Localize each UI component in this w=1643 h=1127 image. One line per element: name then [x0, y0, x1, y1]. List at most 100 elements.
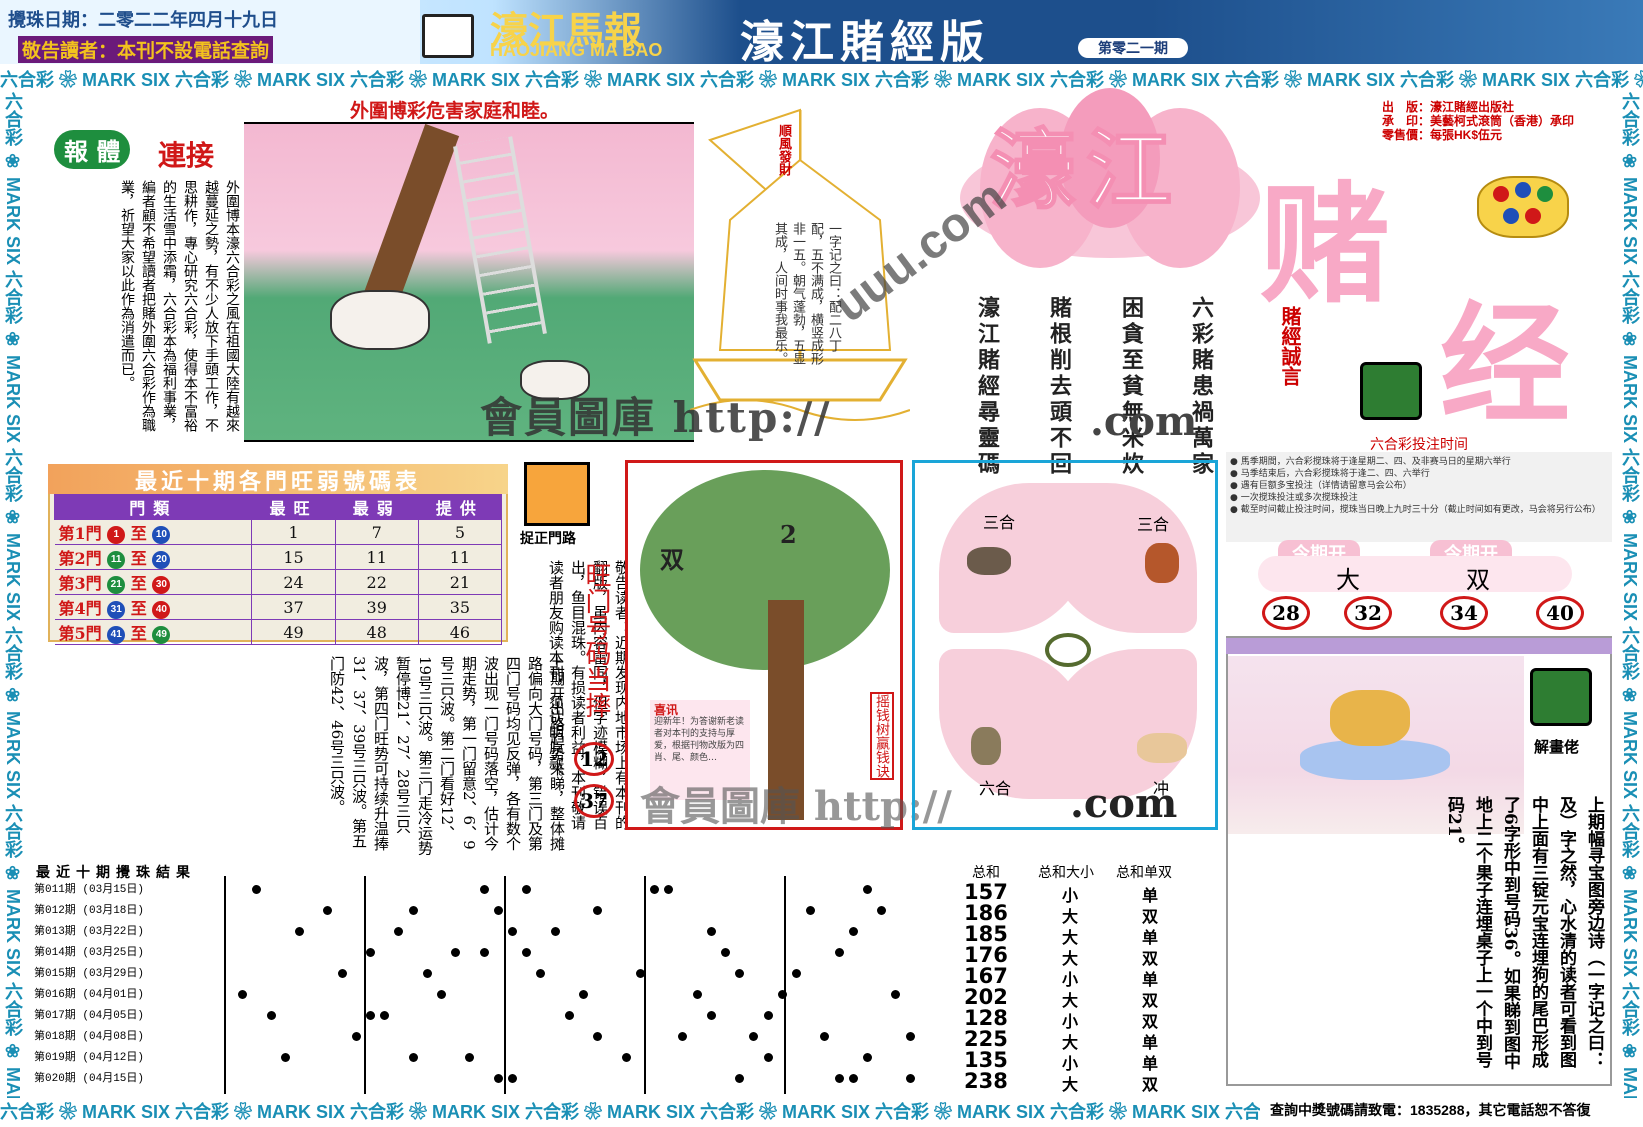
logo-haojiang: 濠江: [989, 119, 1182, 222]
hotcold-row: 第5門 41 至 49 49 48 46: [54, 619, 503, 645]
puzzle-header-bar: [1226, 638, 1612, 654]
result-dot: [408, 1053, 418, 1062]
period-number: 34: [1440, 596, 1488, 630]
maxim-col-2: 困貪至貧無米炊: [1118, 296, 1144, 478]
cold-cell: 7: [335, 519, 419, 545]
money-tree-label-left: 双: [660, 545, 684, 574]
result-row: 第017期 (04月05日): [34, 1006, 144, 1027]
gate-connector: 至: [125, 574, 153, 593]
hand-pointing-icon: [1530, 668, 1592, 726]
gate-to-ball: 40: [152, 600, 171, 619]
tip-cell: 5: [418, 519, 503, 545]
hot-cell: 1: [251, 519, 336, 545]
betting-rule: ● 马季结束后，六合彩搅珠将于逢二、四、六举行: [1230, 469, 1430, 479]
gate-label: 第4門: [58, 599, 102, 618]
col-header: 門類: [53, 494, 253, 520]
note-body: 迎新年！为答谢新老读者对本刊的支持与厚爱，根据刊物改版为四肖、尾、颜色…: [654, 717, 745, 763]
edition-title: 濠江賭經版: [740, 17, 990, 68]
border-strip-right: 六合彩 ❀ MARK SIX 六合彩 ❀ MARK SIX 六合彩 ❀ MARK…: [1620, 92, 1640, 1098]
gate-from-ball: 11: [107, 550, 126, 569]
hotcold-row: 第3門 21 至 30 24 22 21: [54, 569, 503, 595]
maxim-col-1: 六彩賭患禍萬家: [1188, 296, 1214, 478]
betting-rule: ● 一次搅珠投注或多次搅珠投注: [1230, 493, 1358, 503]
money-tree-label-right: 2: [780, 520, 797, 549]
money-tree-side-label: 摇钱树赢钱诀: [870, 692, 894, 780]
result-dot: [550, 927, 560, 936]
border-strip-left: 六合彩 ❀ MARK SIX 六合彩 ❀ MARK SIX 六合彩 ❀ MARK…: [3, 92, 23, 1098]
grid-band: [364, 876, 506, 1094]
result-row: 第015期 (03月29日): [34, 964, 144, 985]
puzzle-cat: [1330, 690, 1410, 746]
hotline-text: 查詢中獎號碼請致電：1835288，其它電話恕不答復: [1270, 1102, 1591, 1118]
result-period: 第014期 (03月25日): [34, 947, 145, 959]
period-number: 32: [1344, 596, 1392, 630]
result-dot: [763, 1053, 773, 1062]
logo-jing: 经: [1440, 288, 1571, 441]
result-dot: [422, 969, 432, 978]
result-dot: [280, 1053, 290, 1062]
result-dot: [564, 1011, 574, 1020]
border-strip-bottom: 六合彩 ❀ MARK SIX 六合彩 ❀ MARK SIX 六合彩 ❀ MARK…: [0, 1102, 1260, 1122]
hotcold-title: 最近十期各門旺弱號碼表: [48, 464, 508, 495]
gate-connector: 至: [125, 599, 153, 618]
gate-from-ball: 41: [107, 625, 126, 644]
result-dot: [621, 1053, 631, 1062]
snake-icon: [1045, 633, 1091, 667]
hand-pointing-icon: [1360, 362, 1422, 420]
hotcold-table: 門類 最旺 最弱 提供 第1門 1 至 10 1 7 5 第2門 11 至 20 15 11…: [53, 494, 503, 645]
betting-rule: ● 遇有巨额多宝投注（详情请留意马会公布）: [1230, 481, 1412, 491]
hot-cell: 37: [251, 594, 336, 620]
zodiac-watermark: .com: [1070, 780, 1178, 827]
price-line: 零售價：每張HK$伍元: [1382, 128, 1503, 142]
note-title: 喜讯: [654, 703, 679, 717]
pig-icon: [1137, 733, 1187, 763]
gate-label: 第2門: [58, 549, 102, 568]
result-period: 第015期 (03月29日): [34, 968, 145, 980]
result-dot: [834, 948, 844, 957]
result-dot: [479, 885, 489, 894]
result-row: 第019期 (04月12日): [34, 1048, 144, 1069]
printer-line: 承 印：美藝柯式滾筒（香港）承印: [1382, 114, 1575, 128]
betting-rule: ● 截至时间截止投注时间，搅珠当日晚上九时三十分（截止时间如有更改，马会将另行公…: [1230, 505, 1601, 515]
hot-cell: 15: [251, 544, 336, 570]
puzzle-table: [1300, 740, 1450, 780]
results-grid: 第011期 (03月15日) 第012期 (03月18日) 第013期 (03月22…: [34, 876, 944, 1094]
result-row: 第016期 (04月01日): [34, 985, 144, 1006]
result-dot: [366, 948, 375, 957]
grid-band: [644, 876, 786, 1094]
result-dot: [863, 885, 872, 894]
result-period: 第012期 (03月18日): [34, 905, 145, 917]
gate-connector: 至: [125, 524, 153, 543]
tip-cell: 46: [418, 619, 503, 645]
result-dot: [408, 906, 418, 915]
result-dot: [508, 927, 517, 936]
result-dot: [848, 1074, 858, 1083]
result-dot: [295, 927, 304, 936]
result-period: 第019期 (04月12日): [34, 1052, 145, 1064]
zodiac-label-tl: 三合: [983, 513, 1016, 532]
gate-connector: 至: [125, 624, 153, 643]
result-dot: [493, 906, 503, 915]
gate-cell: 第3門 21 至 30: [54, 569, 253, 595]
goat-illustration: [330, 290, 430, 350]
gate-to-ball: 30: [152, 575, 171, 594]
result-dot: [337, 969, 347, 978]
betting-rule: ● 馬季期間，六合彩搅珠将于逢星期二、四、及非赛马日的星期六举行: [1230, 457, 1511, 467]
gate-cell: 第5門 41 至 49: [54, 619, 253, 645]
gate-label: 第1門: [58, 524, 102, 543]
result-dot: [366, 1011, 375, 1020]
boat-flag-text: 順風發財: [776, 124, 791, 176]
maxim-title: 賭經誠言: [1278, 306, 1302, 386]
hotcold-row: 第1門 1 至 10 1 7 5: [54, 519, 503, 545]
col-header: 提供: [417, 494, 503, 520]
watermark-com: .com: [1090, 398, 1198, 445]
result-dot: [351, 1032, 361, 1041]
result-dot: [493, 1074, 503, 1083]
cold-cell: 39: [335, 594, 419, 620]
result-period: 第018期 (04月08日): [34, 1031, 145, 1043]
gate-to-ball: 49: [152, 625, 171, 644]
result-row: 第020期 (04月15日): [34, 1069, 144, 1090]
hot-cell: 24: [251, 569, 336, 595]
result-dot: [635, 969, 645, 978]
result-dot: [479, 948, 489, 957]
